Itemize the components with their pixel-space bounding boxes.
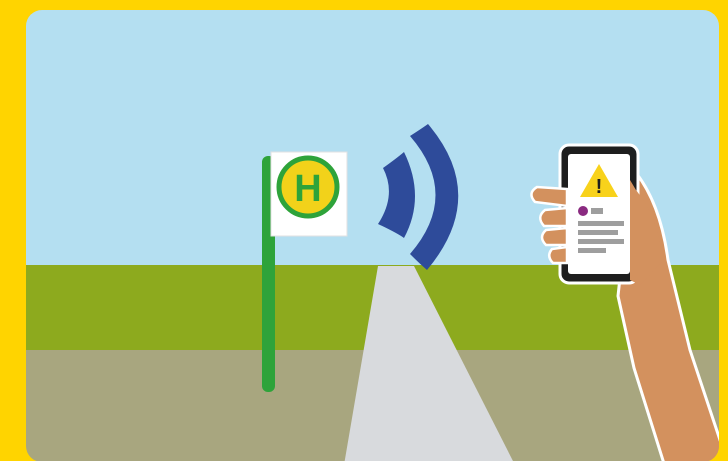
finger-3 (540, 226, 569, 247)
placeholder-line-4 (578, 248, 606, 253)
placeholder-line-1 (578, 221, 624, 226)
finger-1 (530, 185, 569, 208)
bus-stop-letter: H (294, 168, 321, 210)
placeholder-line-3 (578, 239, 624, 244)
bus-stop-sign: H (270, 151, 348, 237)
placeholder-bar-short (591, 208, 603, 214)
placeholder-line-2 (578, 230, 618, 235)
scene-panel: H ! (26, 10, 719, 461)
warning-exclamation: ! (596, 176, 603, 198)
bus-stop-illustration: H ! (0, 0, 728, 461)
finger-2 (539, 206, 569, 228)
notification-dot (578, 206, 588, 216)
finger-4 (548, 245, 569, 265)
